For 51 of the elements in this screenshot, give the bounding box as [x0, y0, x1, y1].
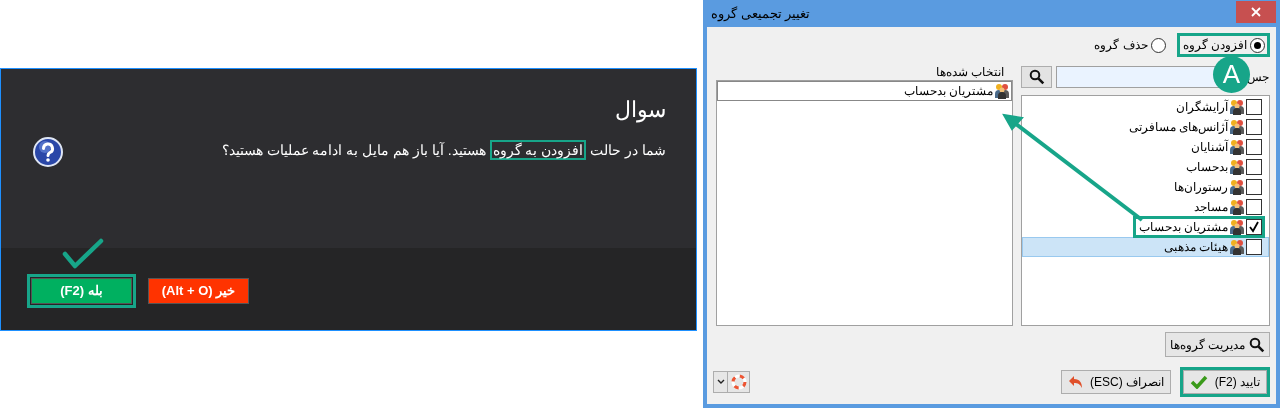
people-icon — [1229, 99, 1245, 115]
radio-label[interactable]: حذف گروه — [1094, 36, 1148, 54]
dialog-title: سوال — [615, 96, 666, 125]
dropdown-button[interactable] — [714, 372, 728, 392]
selected-row[interactable]: هیئات مذهبی — [1022, 237, 1269, 257]
checkbox[interactable] — [1246, 119, 1262, 135]
checkbox[interactable] — [1246, 179, 1262, 195]
checkbox[interactable] — [1246, 239, 1262, 255]
list-item[interactable]: آژانس‌های مسافرتی — [1128, 118, 1228, 136]
people-icon — [1229, 119, 1245, 135]
no-button[interactable]: خیر (Alt + O) — [148, 278, 249, 304]
people-icon — [1229, 159, 1245, 175]
people-icon — [1229, 139, 1245, 155]
people-icon — [1229, 199, 1245, 215]
radio-label[interactable]: افزودن گروه — [1182, 36, 1247, 54]
help-button[interactable] — [728, 372, 749, 392]
lifebuoy-icon — [730, 374, 747, 390]
people-icon — [1229, 179, 1245, 195]
close-button[interactable] — [1236, 0, 1276, 23]
list-item[interactable]: مشتریان بدحساب — [1138, 218, 1228, 236]
radio-button[interactable] — [1250, 37, 1265, 53]
radio-button[interactable] — [1150, 37, 1166, 53]
checkbox[interactable] — [1246, 139, 1262, 155]
list-item[interactable]: آرایشگران — [1176, 98, 1228, 116]
chevron-down-icon — [716, 379, 725, 385]
search-button[interactable] — [1021, 66, 1052, 88]
manage-groups-button[interactable]: مدیریت گروه‌ها — [1164, 332, 1270, 357]
list-item[interactable]: رستوران‌ها — [1174, 178, 1228, 196]
check-icon — [1190, 375, 1208, 389]
close-icon — [1251, 6, 1261, 17]
help-icon — [33, 137, 63, 167]
people-icon — [994, 83, 1010, 99]
checkbox[interactable] — [1246, 219, 1262, 235]
people-icon — [1229, 219, 1245, 235]
list-item[interactable]: مساجد — [1194, 198, 1228, 216]
list-item[interactable]: بدحساب — [1186, 158, 1228, 176]
question-text: شما در حالت افزودن به گروه هستید. آیا باز هم مایل به ادامه عملیات هستید؟ — [221, 140, 666, 161]
checkbox[interactable] — [1246, 199, 1262, 215]
undo-arrow-icon — [1067, 374, 1084, 390]
confirm-button[interactable]: تایید (F2) — [1183, 370, 1267, 394]
window-title: تغییر تجمیعی گروه — [710, 4, 811, 24]
search-icon — [1028, 69, 1045, 85]
panel-title: انتخاب شده‌ها — [934, 66, 1005, 78]
search-icon — [1249, 336, 1265, 353]
list-item[interactable]: آشنایان — [1191, 138, 1228, 156]
list-item[interactable]: هیئات مذهبی — [1163, 238, 1228, 256]
checkbox[interactable] — [1246, 99, 1262, 115]
check-mark-icon — [62, 238, 104, 270]
checkbox[interactable] — [1246, 159, 1262, 175]
cancel-button[interactable]: انصراف (ESC) — [1060, 370, 1171, 394]
people-icon — [1229, 239, 1245, 255]
